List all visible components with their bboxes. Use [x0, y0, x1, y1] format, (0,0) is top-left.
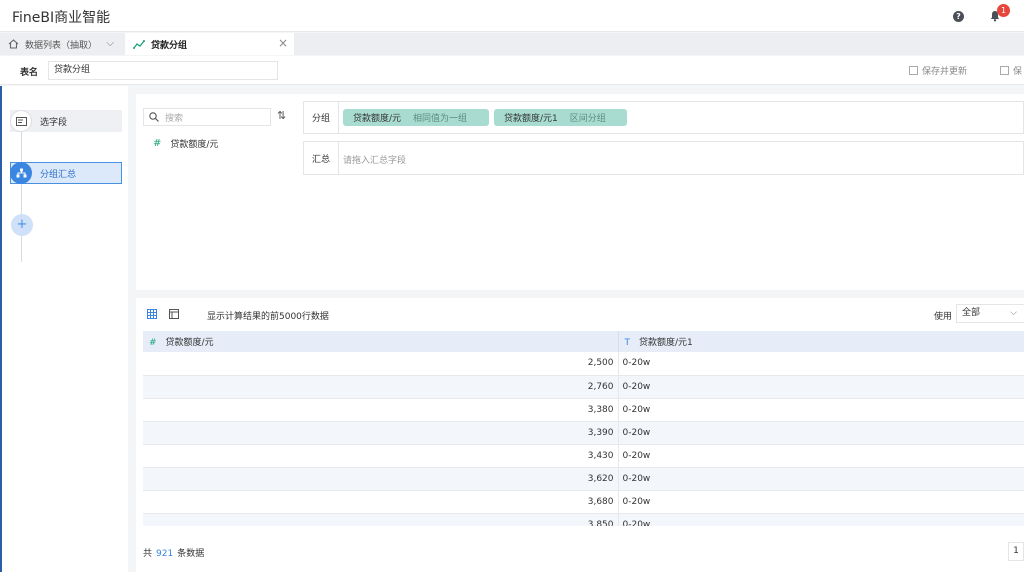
number-type-icon: #	[153, 138, 162, 149]
pill-mode: 区间分组	[569, 114, 606, 124]
select-fields-icon	[10, 110, 32, 132]
search-icon	[149, 112, 159, 122]
table-cell: 3,380	[143, 398, 619, 422]
home-icon	[8, 39, 19, 49]
save-icon	[909, 66, 918, 75]
field-search-input[interactable]: 搜索	[143, 108, 271, 126]
table-row: 3,620 0-20w	[143, 467, 1024, 491]
grid-viewport: # 贷款额度/元 T 贷款额度/元1 2,500 0-20w 2,760 0-20w 3…	[136, 298, 1024, 526]
table-cell: 0-20w	[618, 352, 1024, 376]
table-row: 3,390 0-20w	[143, 421, 1024, 445]
page-input[interactable]: 1	[1008, 542, 1024, 561]
step-label: 分组汇总	[40, 169, 77, 180]
close-icon[interactable]: ×	[278, 36, 288, 50]
number-type-icon: #	[149, 338, 157, 348]
field-item[interactable]: # 贷款额度/元	[153, 137, 218, 150]
column-header[interactable]: # 贷款额度/元	[143, 331, 619, 352]
table-cell: 0-20w	[618, 398, 1024, 422]
table-cell: 0-20w	[618, 513, 1024, 526]
tab-loan-group[interactable]: 贷款分组 ×	[125, 33, 294, 55]
table-cell: 3,430	[143, 444, 619, 468]
save-update-button[interactable]: 保存并更新	[909, 64, 967, 77]
table-name-input[interactable]: 贷款分组	[48, 61, 278, 80]
notification-badge: 1	[997, 4, 1010, 17]
save-update-label: 保存并更新	[922, 67, 968, 77]
pill-field: 贷款额度/元1	[504, 114, 558, 124]
save-icon	[1000, 66, 1009, 75]
field-name: 贷款额度/元	[170, 140, 219, 150]
table-row: 3,380 0-20w	[143, 398, 1024, 422]
trend-icon	[133, 39, 145, 49]
step-group-summary[interactable]: 分组汇总	[10, 162, 122, 184]
footer-prefix: 共	[143, 549, 153, 559]
group-field-pill[interactable]: 贷款额度/元 相同值为一组	[343, 109, 489, 126]
total-count: 921	[156, 549, 174, 559]
table-cell: 2,760	[143, 375, 619, 399]
summary-drop-zone[interactable]: 汇总 请拖入汇总字段	[303, 141, 1024, 175]
row-count: 共 921 条数据	[143, 546, 204, 559]
tab-label: 贷款分组	[151, 40, 188, 51]
save-label: 保	[1013, 67, 1023, 77]
table-name-row: 表名 贷款分组 保存并更新 保	[0, 56, 1024, 85]
table-row: 3,430 0-20w	[143, 444, 1024, 468]
table-row: 3,850 0-20w	[143, 513, 1024, 526]
table-cell: 3,850	[143, 513, 619, 526]
search-placeholder: 搜索	[165, 113, 184, 124]
save-button[interactable]: 保	[1000, 64, 1022, 77]
app-title: FineBI商业智能	[12, 10, 111, 26]
pill-mode: 相同值为一组	[413, 114, 468, 124]
column-header[interactable]: T 贷款额度/元1	[618, 331, 1024, 352]
steps-panel: 选字段 分组汇总 +	[0, 86, 128, 572]
table-cell: 0-20w	[618, 490, 1024, 514]
summary-placeholder: 请拖入汇总字段	[343, 156, 407, 166]
app-header: FineBI商业智能 ? 1	[0, 0, 1024, 32]
pill-field: 贷款额度/元	[353, 114, 402, 124]
tab-data-list[interactable]: 数据列表（抽取） ⌵	[0, 33, 124, 55]
column-name: 贷款额度/元1	[639, 338, 693, 348]
group-field-pill[interactable]: 贷款额度/元1 区间分组	[494, 109, 627, 126]
table-header-row: # 贷款额度/元 T 贷款额度/元1	[143, 331, 1024, 352]
table-cell: 0-20w	[618, 375, 1024, 399]
group-label: 分组	[304, 102, 339, 133]
table-cell: 3,620	[143, 467, 619, 491]
table-name-label: 表名	[20, 68, 39, 78]
sort-icon[interactable]: ⇅	[277, 109, 286, 122]
config-panel: 搜索 ⇅ # 贷款额度/元 分组 贷款额度/元 相同值为一组 贷款额度/元1 区…	[136, 94, 1024, 290]
table-cell: 0-20w	[618, 444, 1024, 468]
chevron-down-icon[interactable]: ⌵	[106, 38, 114, 49]
step-label: 选字段	[40, 117, 68, 128]
column-name: 贷款额度/元	[165, 338, 214, 348]
table-cell: 3,680	[143, 490, 619, 514]
help-icon[interactable]: ?	[953, 11, 964, 22]
preview-panel: 显示计算结果的前5000行数据 使用 全部 ⌵ # 贷款额度/元 T 贷款额度/元1…	[136, 298, 1024, 572]
footer-suffix: 条数据	[177, 549, 205, 559]
preview-table: # 贷款额度/元 T 贷款额度/元1 2,500 0-20w 2,760 0-20w 3…	[143, 331, 1024, 526]
table-cell: 0-20w	[618, 421, 1024, 445]
text-type-icon: T	[624, 338, 631, 348]
group-icon	[10, 162, 32, 184]
summary-label: 汇总	[304, 142, 339, 174]
table-cell: 3,390	[143, 421, 619, 445]
tab-bar: 数据列表（抽取） ⌵ 贷款分组 ×	[0, 33, 1024, 55]
table-cell: 2,500	[143, 352, 619, 376]
group-drop-zone[interactable]: 分组 贷款额度/元 相同值为一组 贷款额度/元1 区间分组	[303, 101, 1024, 134]
step-select-fields[interactable]: 选字段	[10, 110, 122, 132]
steps-connector	[21, 122, 22, 262]
table-row: 3,680 0-20w	[143, 490, 1024, 514]
table-row: 2,500 0-20w	[143, 352, 1024, 376]
tab-label: 数据列表（抽取）	[25, 40, 98, 51]
table-cell: 0-20w	[618, 467, 1024, 491]
add-step-button[interactable]: +	[11, 214, 33, 236]
table-row: 2,760 0-20w	[143, 375, 1024, 399]
